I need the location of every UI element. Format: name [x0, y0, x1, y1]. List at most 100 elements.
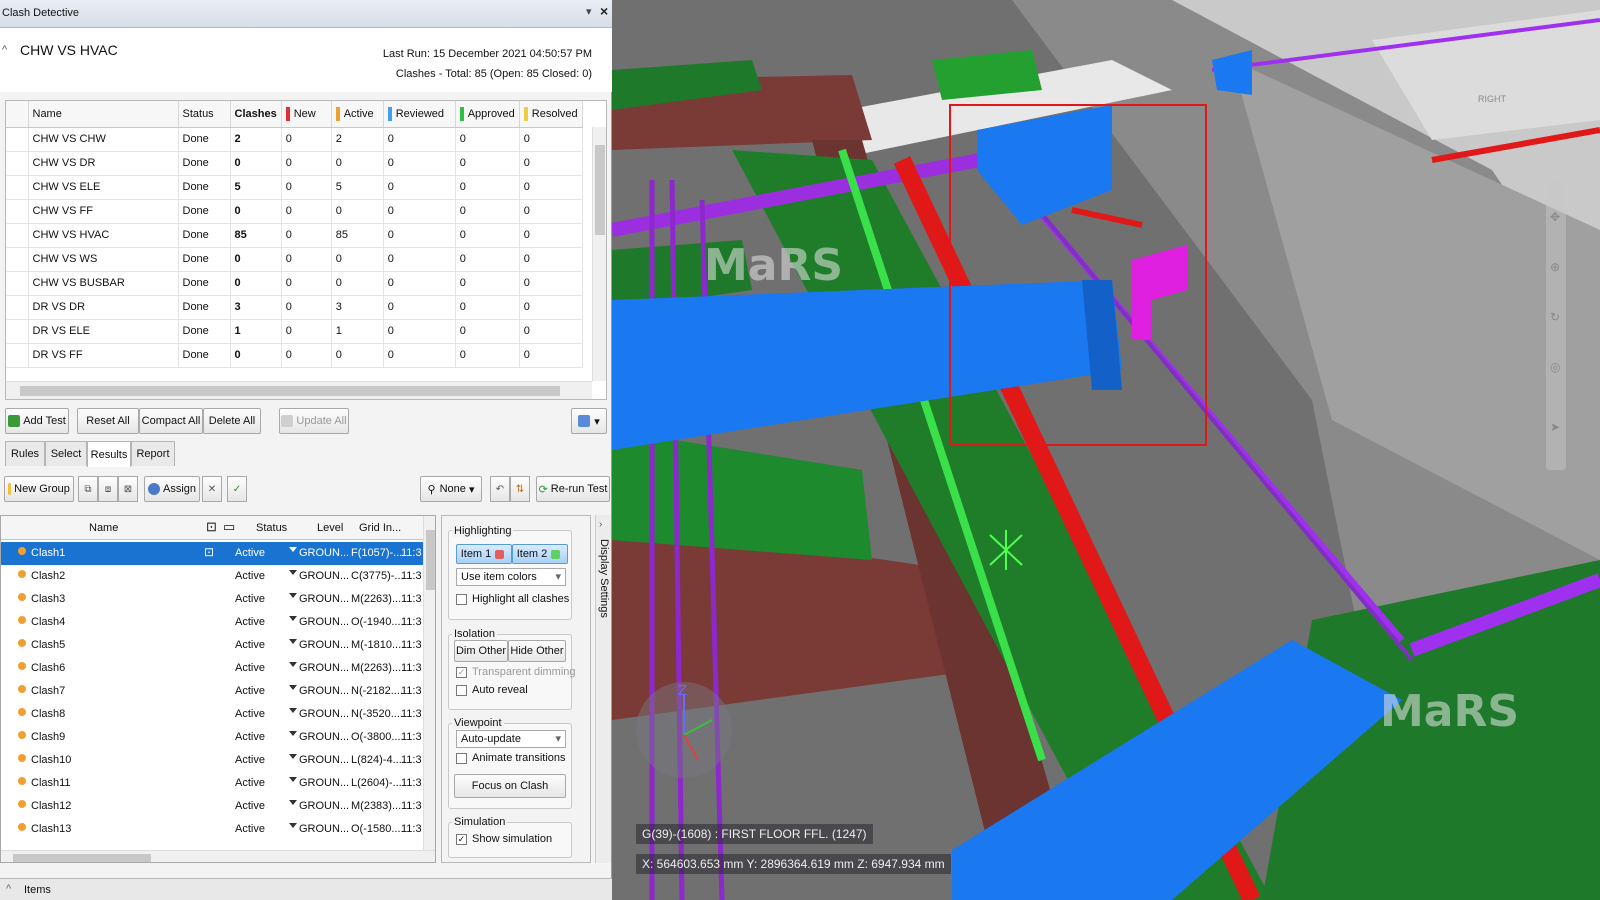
clash-row[interactable]: Clash11 Active GROUN... L(2604)-... 11:3 — [1, 772, 423, 795]
orbit-icon[interactable]: ↻ — [1550, 310, 1560, 324]
status-dropdown-icon[interactable] — [289, 616, 297, 621]
tab-select[interactable]: Select — [45, 441, 87, 466]
reset-all-button[interactable]: Reset All — [77, 408, 139, 434]
item1-toggle[interactable]: Item 1 — [456, 544, 512, 564]
status-dropdown-icon[interactable] — [289, 662, 297, 667]
test-row[interactable]: CHW VS WS Done 0 0 0 0 0 0 — [6, 247, 583, 272]
transparent-dimming-checkbox[interactable]: ✓ Transparent dimming — [456, 666, 576, 678]
zoom-icon[interactable]: ⊕ — [1550, 260, 1560, 274]
display-settings-tab[interactable]: › Display Settings — [595, 515, 611, 863]
clash-status[interactable]: Active — [235, 754, 265, 766]
show-simulation-checkbox[interactable]: ✓ Show simulation — [456, 833, 552, 845]
tests-horizontal-scrollbar[interactable] — [6, 381, 592, 399]
clash-row[interactable]: Clash7 Active GROUN... N(-2182.... 11:3 — [1, 680, 423, 703]
results-col-name[interactable]: Name — [89, 522, 118, 534]
status-dropdown-icon[interactable] — [289, 823, 297, 828]
clash-status[interactable]: Active — [235, 616, 265, 628]
status-dropdown-icon[interactable] — [289, 547, 297, 552]
test-row[interactable]: DR VS DR Done 3 0 3 0 0 0 — [6, 295, 583, 320]
test-row[interactable]: CHW VS ELE Done 5 0 5 0 0 0 — [6, 175, 583, 200]
tab-report[interactable]: Report — [131, 441, 175, 466]
clash-row[interactable]: Clash5 Active GROUN... M(-1810.... 11:3 — [1, 634, 423, 657]
select-cursor-icon[interactable]: ➤ — [1550, 420, 1560, 434]
clash-status[interactable]: Active — [235, 547, 265, 559]
clash-status[interactable]: Active — [235, 777, 265, 789]
item2-toggle[interactable]: Item 2 — [512, 544, 568, 564]
tests-col-status[interactable]: Status — [178, 101, 231, 128]
status-dropdown-icon[interactable] — [289, 639, 297, 644]
look-icon[interactable]: ◎ — [1550, 360, 1560, 374]
clash-row[interactable]: Clash1 Active GROUN... F(1057)-... 11:3 ⊡ — [1, 542, 423, 565]
status-dropdown-icon[interactable] — [289, 685, 297, 690]
unassign-icon[interactable]: ✕ — [202, 476, 222, 502]
results-col-level[interactable]: Level — [317, 522, 343, 534]
clash-row[interactable]: Clash8 Active GROUN... N(-3520.... 11:3 — [1, 703, 423, 726]
test-row[interactable]: CHW VS FF Done 0 0 0 0 0 0 — [6, 199, 583, 224]
items-bar[interactable]: ^ Items — [0, 878, 612, 900]
test-row[interactable]: CHW VS CHW Done 2 0 2 0 0 0 — [6, 127, 583, 152]
navigation-bar[interactable]: ✥ ⊕ ↻ ◎ ➤ — [1546, 180, 1566, 470]
viewpoint-camera-icon[interactable]: ⊡ — [204, 545, 214, 559]
clash-row[interactable]: Clash4 Active GROUN... O(-1940.... 11:3 — [1, 611, 423, 634]
status-dropdown-icon[interactable] — [289, 708, 297, 713]
status-dropdown-icon[interactable] — [289, 570, 297, 575]
ungroup-icon[interactable]: ⧈ — [98, 476, 118, 502]
tests-col-active[interactable]: Active — [331, 101, 384, 128]
clash-status[interactable]: Active — [235, 593, 265, 605]
clash-row[interactable]: Clash2 Active GROUN... C(3775)-... 11:3 — [1, 565, 423, 588]
assign-button[interactable]: Assign — [144, 476, 200, 502]
clash-row[interactable]: Clash9 Active GROUN... O(-3800.... 11:3 — [1, 726, 423, 749]
pin-icon[interactable]: ▾ — [586, 5, 592, 18]
clash-status[interactable]: Active — [235, 685, 265, 697]
view-cube[interactable]: RIGHT — [1478, 94, 1506, 104]
clash-status[interactable]: Active — [235, 570, 265, 582]
results-col-grid[interactable]: Grid In... — [359, 522, 401, 534]
delete-all-button[interactable]: Delete All — [203, 408, 261, 434]
clash-status[interactable]: Active — [235, 731, 265, 743]
test-row[interactable]: DR VS ELE Done 1 0 1 0 0 0 — [6, 319, 583, 344]
test-row[interactable]: CHW VS HVAC Done 85 0 85 0 0 0 — [6, 223, 583, 248]
export-dropdown-button[interactable]: ▾ — [571, 408, 607, 434]
viewpoint-mode-select[interactable]: Auto-update — [456, 730, 566, 748]
test-row[interactable]: DR VS FF Done 0 0 0 0 0 0 — [6, 343, 583, 368]
highlight-color-select[interactable]: Use item colors — [456, 568, 566, 586]
clash-row[interactable]: Clash6 Active GROUN... M(2263)... 11:3 — [1, 657, 423, 680]
tests-col-resolved[interactable]: Resolved — [519, 101, 583, 128]
results-horizontal-scrollbar[interactable] — [1, 850, 435, 862]
none-dropdown[interactable]: ⚲ None ▾ — [420, 476, 482, 502]
animate-transitions-checkbox[interactable]: Animate transitions — [456, 752, 566, 764]
tests-col-name[interactable]: Name — [28, 101, 179, 128]
status-dropdown-icon[interactable] — [289, 754, 297, 759]
group-clashes-icon[interactable]: ⧉ — [78, 476, 98, 502]
clash-status[interactable]: Active — [235, 662, 265, 674]
add-test-button[interactable]: Add Test — [5, 408, 69, 434]
dim-other-button[interactable]: Dim Other — [454, 640, 508, 662]
clash-status[interactable]: Active — [235, 800, 265, 812]
clash-row[interactable]: Clash13 Active GROUN... O(-1580.... 11:3 — [1, 818, 423, 841]
close-icon[interactable]: × — [600, 3, 608, 19]
sort-icon[interactable]: ⇅ — [510, 476, 530, 502]
tests-col-reviewed[interactable]: Reviewed — [383, 101, 456, 128]
update-all-button[interactable]: Update All — [279, 408, 349, 434]
tab-rules[interactable]: Rules — [5, 441, 45, 466]
tests-col-new[interactable]: New — [281, 101, 332, 128]
highlight-all-checkbox[interactable]: Highlight all clashes — [456, 593, 569, 605]
collapse-caret-icon[interactable]: ^ — [2, 44, 7, 56]
test-row[interactable]: CHW VS DR Done 0 0 0 0 0 0 — [6, 151, 583, 176]
explode-group-icon[interactable]: ⊠ — [118, 476, 138, 502]
pan-icon[interactable]: ✥ — [1550, 210, 1560, 224]
hide-other-button[interactable]: Hide Other — [508, 640, 566, 662]
new-group-button[interactable]: New Group — [4, 476, 74, 502]
status-dropdown-icon[interactable] — [289, 777, 297, 782]
results-vertical-scrollbar[interactable] — [423, 516, 435, 850]
comment-icon[interactable]: ✓ — [227, 476, 247, 502]
status-dropdown-icon[interactable] — [289, 731, 297, 736]
rerun-test-button[interactable]: ⟳ Re-run Test — [536, 476, 610, 502]
test-row[interactable]: CHW VS BUSBAR Done 0 0 0 0 0 0 — [6, 271, 583, 296]
3d-viewport[interactable]: MaRS MaRS Z RIGHT ✥ ⊕ ↻ ◎ ➤ G(39)-(1608)… — [612, 0, 1600, 900]
tests-col-clashes[interactable]: Clashes — [230, 101, 282, 128]
tests-vertical-scrollbar[interactable] — [592, 127, 606, 381]
expand-chevron-icon[interactable]: › — [599, 519, 602, 530]
tests-col-approved[interactable]: Approved — [455, 101, 520, 128]
clash-row[interactable]: Clash10 Active GROUN... L(824)-4.... 11:3 — [1, 749, 423, 772]
